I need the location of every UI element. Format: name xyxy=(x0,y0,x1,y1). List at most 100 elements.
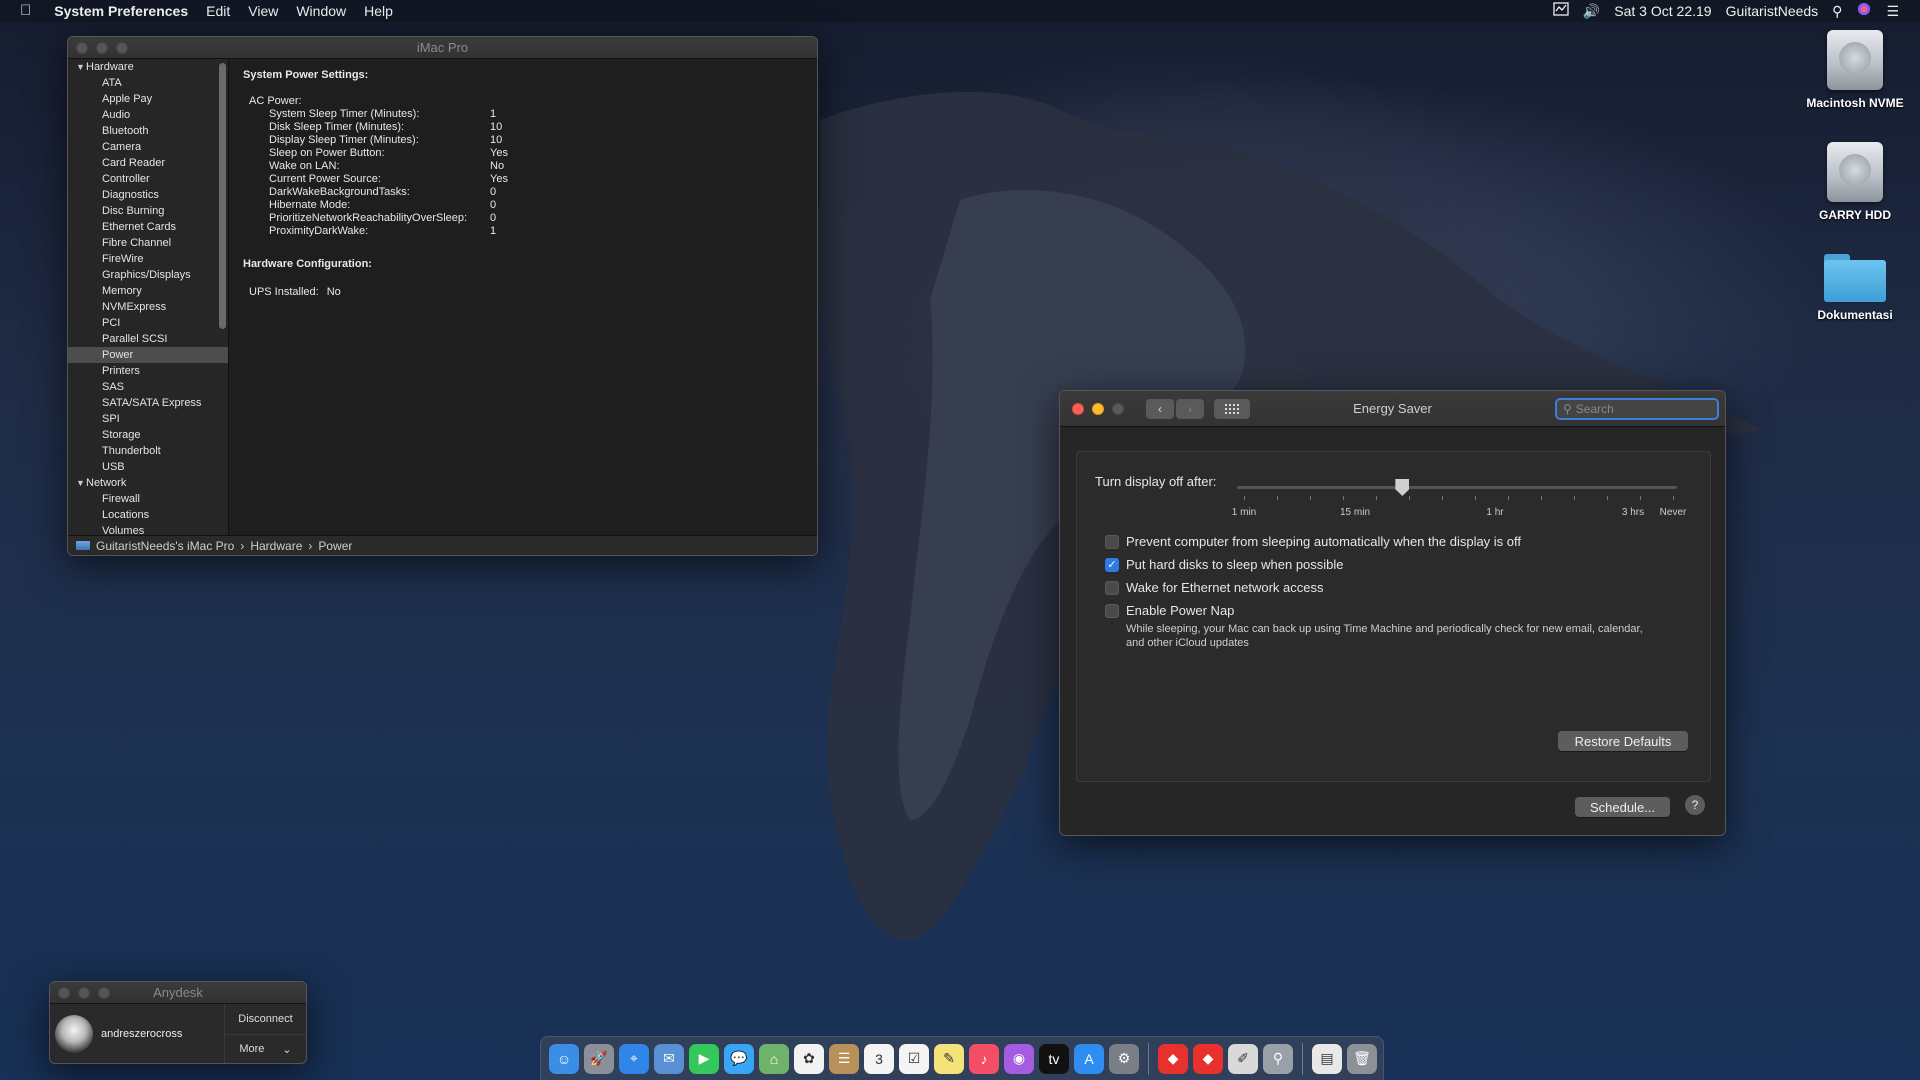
desktop-item-macintosh-nvme[interactable]: Macintosh NVME xyxy=(1790,30,1920,110)
dock-system-preferences-icon[interactable]: ⚙ xyxy=(1109,1043,1139,1074)
menu-clock[interactable]: Sat 3 Oct 22.19 xyxy=(1607,0,1718,22)
menu-app-name[interactable]: System Preferences xyxy=(45,0,197,22)
prevent-sleep-checkbox[interactable] xyxy=(1105,534,1119,549)
close-button[interactable] xyxy=(58,986,70,999)
dock-music-icon[interactable]: ♪ xyxy=(969,1043,999,1074)
dock-reminders-icon[interactable]: ☑ xyxy=(899,1043,929,1074)
search-input[interactable]: ⚲ Search xyxy=(1555,398,1719,420)
zoom-button[interactable] xyxy=(98,986,110,999)
sidebar-item-sata-sata-express[interactable]: SATA/SATA Express xyxy=(68,395,228,411)
window-titlebar[interactable]: iMac Pro xyxy=(68,37,817,59)
window-titlebar[interactable]: ‹ › Energy Saver ⚲ Search xyxy=(1060,391,1725,427)
zoom-button[interactable] xyxy=(1112,402,1124,415)
power-nap-option[interactable]: Enable Power Nap xyxy=(1105,603,1234,618)
sidebar-item-usb[interactable]: USB xyxy=(68,459,228,475)
dock-maps-icon[interactable]: ⌂ xyxy=(759,1043,789,1074)
sidebar-item-diagnostics[interactable]: Diagnostics xyxy=(68,187,228,203)
sidebar-item-power[interactable]: Power xyxy=(68,347,228,363)
menu-window[interactable]: Window xyxy=(287,0,355,22)
zoom-button[interactable] xyxy=(116,41,128,54)
dock-finder-icon[interactable]: ☺ xyxy=(549,1043,579,1074)
disclosure-triangle-icon[interactable]: ▼ xyxy=(76,475,86,491)
sidebar-item-spi[interactable]: SPI xyxy=(68,411,228,427)
schedule-button[interactable]: Schedule... xyxy=(1575,797,1670,817)
sidebar-item-audio[interactable]: Audio xyxy=(68,107,228,123)
dock-facetime-icon[interactable]: ▶ xyxy=(689,1043,719,1074)
notification-center-icon[interactable]: ☰ xyxy=(1879,0,1906,22)
sidebar-item-thunderbolt[interactable]: Thunderbolt xyxy=(68,443,228,459)
volume-icon[interactable]: 🔊 xyxy=(1576,0,1607,22)
dock-launchpad-icon[interactable]: 🚀 xyxy=(584,1043,614,1074)
siri-icon[interactable] xyxy=(1849,0,1879,22)
dock-safari-icon[interactable]: ⌖ xyxy=(619,1043,649,1074)
dock-podcasts-icon[interactable]: ◉ xyxy=(1004,1043,1034,1074)
dock-app-store-icon[interactable]: A xyxy=(1074,1043,1104,1074)
sidebar-item-pci[interactable]: PCI xyxy=(68,315,228,331)
menu-view[interactable]: View xyxy=(239,0,287,22)
sidebar-item-volumes[interactable]: Volumes xyxy=(68,523,228,535)
sidebar-item-bluetooth[interactable]: Bluetooth xyxy=(68,123,228,139)
window-titlebar[interactable]: Anydesk xyxy=(50,982,306,1004)
activity-monitor-icon[interactable] xyxy=(1546,0,1576,22)
dock-trash-icon[interactable]: 🗑 xyxy=(1347,1043,1377,1074)
sidebar-scrollbar[interactable] xyxy=(219,63,226,329)
dock-utility-icon[interactable]: ⚲ xyxy=(1263,1043,1293,1074)
disconnect-button[interactable]: Disconnect xyxy=(225,1004,306,1034)
sidebar-item-memory[interactable]: Memory xyxy=(68,283,228,299)
desktop-item-dokumentasi[interactable]: Dokumentasi xyxy=(1790,254,1920,322)
sidebar-item-locations[interactable]: Locations xyxy=(68,507,228,523)
spotlight-search-icon[interactable]: ⚲ xyxy=(1825,0,1849,22)
minimize-button[interactable] xyxy=(78,986,90,999)
minimize-button[interactable] xyxy=(1092,402,1104,415)
sidebar-item-ethernet-cards[interactable]: Ethernet Cards xyxy=(68,219,228,235)
wake-ethernet-option[interactable]: Wake for Ethernet network access xyxy=(1105,580,1324,595)
sidebar-item-disc-burning[interactable]: Disc Burning xyxy=(68,203,228,219)
sidebar-item-graphics-displays[interactable]: Graphics/Displays xyxy=(68,267,228,283)
sidebar-item-nvmexpress[interactable]: NVMExpress xyxy=(68,299,228,315)
sidebar-group-hardware[interactable]: ▼Hardware xyxy=(68,59,228,75)
display-off-slider[interactable] xyxy=(1237,479,1677,496)
dock-anydesk-2-icon[interactable]: ◆ xyxy=(1193,1043,1223,1074)
sidebar-item-controller[interactable]: Controller xyxy=(68,171,228,187)
sidebar-item-card-reader[interactable]: Card Reader xyxy=(68,155,228,171)
dock-mail-icon[interactable]: ✉ xyxy=(654,1043,684,1074)
forward-button[interactable]: › xyxy=(1176,398,1204,419)
sidebar-item-firewall[interactable]: Firewall xyxy=(68,491,228,507)
disk-sleep-checkbox[interactable]: ✓ xyxy=(1105,557,1119,572)
power-nap-checkbox[interactable] xyxy=(1105,603,1119,618)
dock-messages-icon[interactable]: 💬 xyxy=(724,1043,754,1074)
sidebar-item-apple-pay[interactable]: Apple Pay xyxy=(68,91,228,107)
menu-edit[interactable]: Edit xyxy=(197,0,239,22)
menu-user[interactable]: GuitaristNeeds xyxy=(1719,0,1826,22)
disclosure-triangle-icon[interactable]: ▼ xyxy=(76,59,86,75)
show-all-button[interactable] xyxy=(1214,398,1250,419)
dock-photos-icon[interactable]: ✿ xyxy=(794,1043,824,1074)
close-button[interactable] xyxy=(76,41,88,54)
wake-ethernet-checkbox[interactable] xyxy=(1105,580,1119,595)
dock-preview-icon[interactable]: ✐ xyxy=(1228,1043,1258,1074)
dock-document-icon[interactable]: ▤ xyxy=(1312,1043,1342,1074)
prevent-sleep-option[interactable]: Prevent computer from sleeping automatic… xyxy=(1105,534,1521,549)
sidebar-item-sas[interactable]: SAS xyxy=(68,379,228,395)
dock-tv-icon[interactable]: tv xyxy=(1039,1043,1069,1074)
dock-notes-icon[interactable]: ✎ xyxy=(934,1043,964,1074)
menu-help[interactable]: Help xyxy=(355,0,402,22)
path-item-computer[interactable]: GuitaristNeeds's iMac Pro xyxy=(96,539,234,553)
sidebar-item-storage[interactable]: Storage xyxy=(68,427,228,443)
sidebar-group-network[interactable]: ▼Network xyxy=(68,475,228,491)
restore-defaults-button[interactable]: Restore Defaults xyxy=(1558,731,1688,751)
path-item-power[interactable]: Power xyxy=(318,539,352,553)
close-button[interactable] xyxy=(1072,402,1084,415)
dock-calendar-icon[interactable]: 3 xyxy=(864,1043,894,1074)
sidebar-item-fibre-channel[interactable]: Fibre Channel xyxy=(68,235,228,251)
apple-menu-icon[interactable]:  xyxy=(0,0,45,22)
dock-contacts-icon[interactable]: ☰ xyxy=(829,1043,859,1074)
dock-anydesk-icon[interactable]: ◆ xyxy=(1158,1043,1188,1074)
path-item-hardware[interactable]: Hardware xyxy=(250,539,302,553)
sidebar-item-printers[interactable]: Printers xyxy=(68,363,228,379)
desktop-item-garry-hdd[interactable]: GARRY HDD xyxy=(1790,142,1920,222)
help-button[interactable]: ? xyxy=(1685,795,1705,815)
sidebar-item-ata[interactable]: ATA xyxy=(68,75,228,91)
sidebar-item-parallel-scsi[interactable]: Parallel SCSI xyxy=(68,331,228,347)
minimize-button[interactable] xyxy=(96,41,108,54)
